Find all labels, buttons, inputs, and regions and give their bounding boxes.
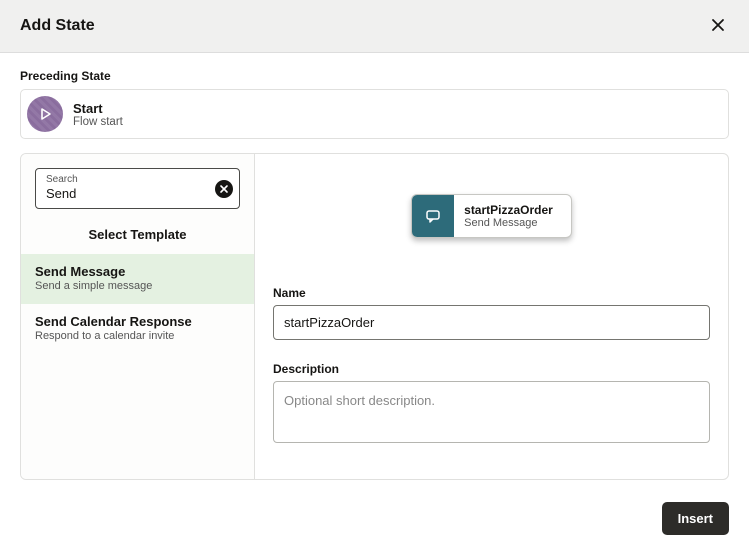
preview-subtitle: Send Message bbox=[464, 217, 553, 229]
state-preview-card: startPizzaOrder Send Message bbox=[411, 194, 572, 238]
dialog-body: Preceding State Start Flow start Search bbox=[0, 53, 749, 492]
template-item-send-message[interactable]: Send Message Send a simple message bbox=[21, 254, 254, 304]
main-card: Search Select Template Send Message Send… bbox=[20, 153, 729, 480]
add-state-dialog: Add State Preceding State Start Flow sta… bbox=[0, 0, 749, 553]
template-panel: Search Select Template Send Message Send… bbox=[21, 154, 255, 479]
dialog-header: Add State bbox=[0, 0, 749, 53]
description-input[interactable] bbox=[273, 381, 710, 443]
preceding-state-subtitle: Flow start bbox=[73, 116, 123, 128]
preceding-state-label: Preceding State bbox=[20, 69, 729, 83]
clear-search-button[interactable] bbox=[215, 180, 233, 198]
search-box[interactable]: Search bbox=[35, 168, 240, 209]
search-input[interactable] bbox=[46, 185, 209, 201]
preview-wrap: startPizzaOrder Send Message bbox=[273, 194, 710, 238]
search-label: Search bbox=[46, 174, 209, 185]
insert-button[interactable]: Insert bbox=[662, 502, 729, 535]
template-item-send-calendar-response[interactable]: Send Calendar Response Respond to a cale… bbox=[21, 304, 254, 354]
dialog-footer: Insert bbox=[0, 492, 749, 553]
description-label: Description bbox=[273, 362, 710, 376]
close-icon bbox=[711, 16, 725, 36]
template-subtitle: Send a simple message bbox=[35, 280, 240, 292]
preceding-state-text: Start Flow start bbox=[73, 101, 123, 128]
preceding-state-card: Start Flow start bbox=[20, 89, 729, 139]
template-title: Send Calendar Response bbox=[35, 314, 240, 329]
dialog-title: Add State bbox=[20, 17, 95, 35]
preceding-state-name: Start bbox=[73, 101, 123, 116]
template-title: Send Message bbox=[35, 264, 240, 279]
select-template-heading: Select Template bbox=[21, 209, 254, 254]
name-input[interactable] bbox=[273, 305, 710, 340]
name-label: Name bbox=[273, 286, 710, 300]
form-panel: startPizzaOrder Send Message Name Descri… bbox=[255, 154, 728, 479]
template-list: Send Message Send a simple message Send … bbox=[21, 254, 254, 479]
clear-icon bbox=[219, 184, 229, 194]
play-icon bbox=[27, 96, 63, 132]
preview-name: startPizzaOrder bbox=[464, 203, 553, 217]
preview-text: startPizzaOrder Send Message bbox=[454, 195, 571, 237]
message-icon bbox=[412, 195, 454, 237]
close-button[interactable] bbox=[707, 13, 729, 39]
template-subtitle: Respond to a calendar invite bbox=[35, 330, 240, 342]
